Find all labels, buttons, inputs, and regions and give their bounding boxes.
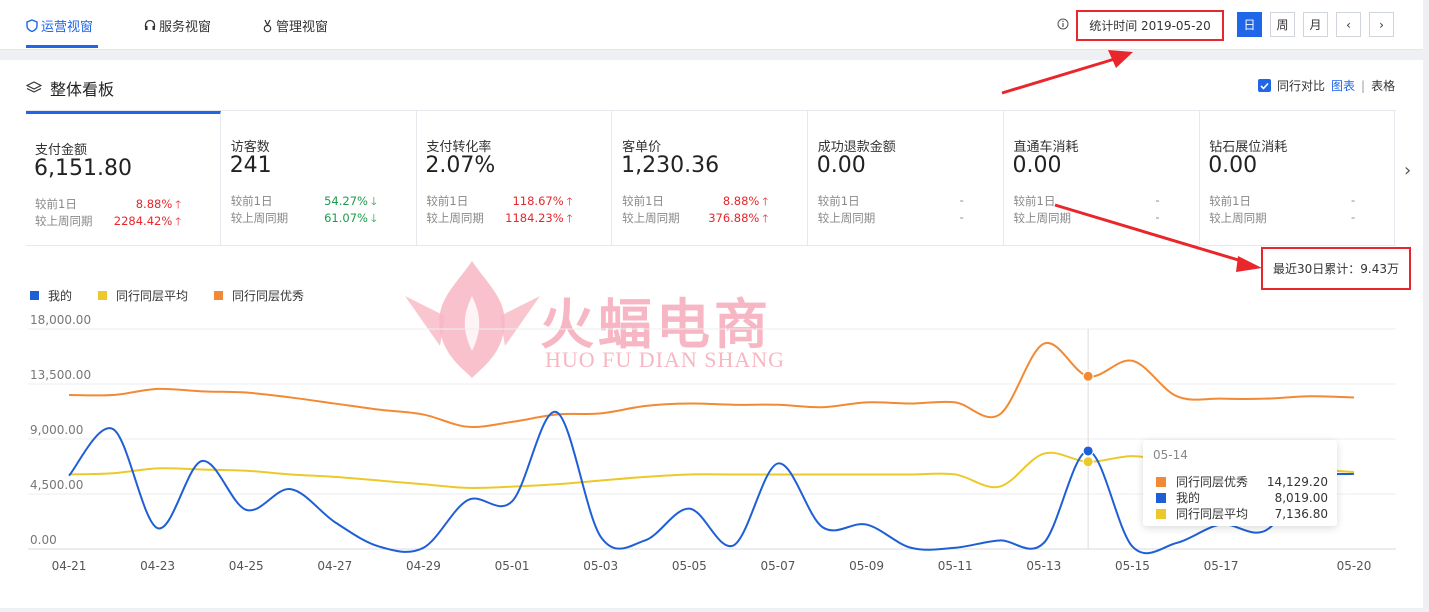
tooltip-swatch [1156, 476, 1166, 487]
x-tick-label: 05-17 [1204, 559, 1239, 573]
tooltip-series-name: 同行同层平均 [1176, 507, 1249, 521]
y-tick-label: 0.00 [30, 533, 57, 547]
tooltip-value: 14,129.20 [1266, 474, 1328, 489]
annotation-arrow-line [1054, 203, 1246, 264]
tooltip-series-name: 我的 [1176, 491, 1201, 505]
x-tick-label: 05-03 [583, 559, 618, 573]
x-tick-label: 05-15 [1115, 559, 1150, 573]
tooltip-date: 05-14 [1153, 448, 1188, 462]
tooltip-series-name: 同行同层优秀 [1176, 475, 1249, 489]
y-tick-label: 13,500.00 [30, 368, 91, 382]
tooltip-swatch [1156, 508, 1166, 519]
hover-point-0 [1082, 445, 1094, 457]
x-tick-label: 05-11 [938, 559, 973, 573]
x-tick-label: 04-23 [140, 559, 175, 573]
tooltip-value: 8,019.00 [1274, 490, 1328, 505]
tooltip-row: 同行同层平均 7,136.80 [1156, 505, 1328, 522]
tooltip-row: 我的 8,019.00 [1156, 489, 1328, 506]
series-line-2 [68, 342, 1355, 429]
annotation-arrow-line [1001, 56, 1119, 95]
x-tick-label: 05-05 [672, 559, 707, 573]
y-tick-label: 4,500.00 [30, 478, 83, 492]
hover-point-1 [1082, 456, 1094, 468]
x-tick-label: 05-07 [761, 559, 796, 573]
tooltip-row: 同行同层优秀 14,129.20 [1156, 473, 1328, 490]
x-tick-label: 05-09 [849, 559, 884, 573]
x-tick-label: 04-25 [229, 559, 264, 573]
x-tick-label: 04-27 [317, 559, 352, 573]
x-tick-label: 05-01 [495, 559, 530, 573]
x-tick-label: 04-29 [406, 559, 441, 573]
chart-tooltip: 05-14 同行同层优秀 14,129.20 我的 8,019.00 同行同层平均 7… [1143, 440, 1337, 526]
y-tick-label: 9,000.00 [30, 423, 83, 437]
x-tick-label: 04-21 [52, 559, 87, 573]
tooltip-swatch [1156, 492, 1166, 503]
y-tick-label: 18,000.00 [30, 313, 91, 327]
tooltip-value: 7,136.80 [1274, 506, 1328, 521]
hover-point-2 [1082, 370, 1094, 382]
x-tick-label: 05-13 [1026, 559, 1061, 573]
x-tick-label: 05-20 [1337, 559, 1372, 573]
annotation-arrowhead [1236, 256, 1262, 272]
